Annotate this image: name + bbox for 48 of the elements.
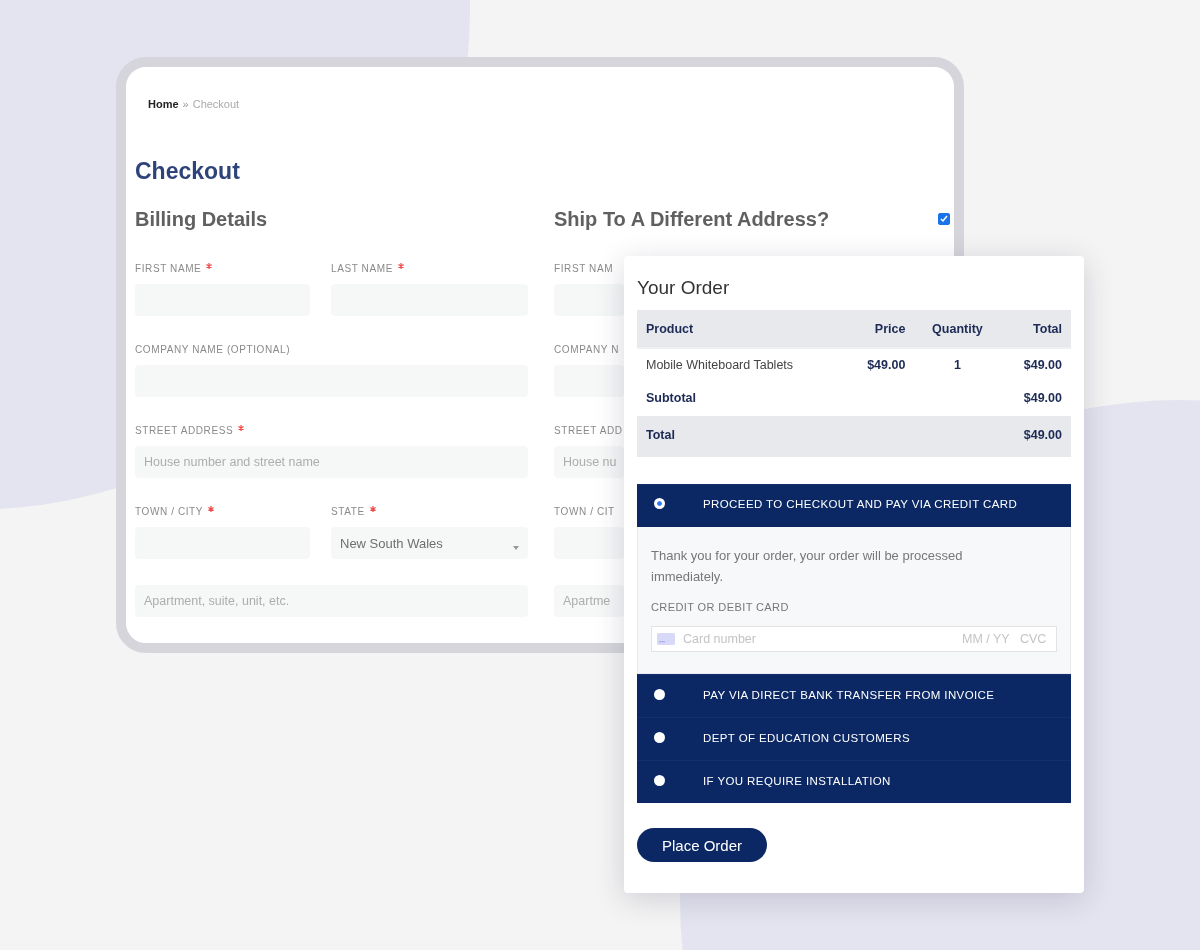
credit-card-icon [657,633,675,645]
column-header: Quantity [914,310,1001,348]
field-label: CREDIT OR DEBIT CARD [651,601,790,613]
field-label: FIRST NAM [554,262,614,276]
text-field[interactable]: House number and street name [135,446,528,478]
field-label: COMPANY NAME (OPTIONAL) [135,343,291,357]
text-field[interactable] [554,284,624,316]
column-header: Price [843,310,915,348]
field-label: TOWN / CITY [135,505,204,519]
field-label: FIRST NAME [135,262,202,276]
text-field[interactable]: House nu [554,446,624,478]
breadcrumb-separator: » [182,98,189,110]
radio-button[interactable] [654,689,665,700]
section-heading: Ship To A Different Address? [554,207,830,231]
field-label: STREET ADD [554,424,623,438]
table-cell: $49.00 [1000,416,1071,457]
payment-description: Thank you for your order, your order will be processed immediately. [651,547,964,586]
card-field[interactable]: Card number MM / YY CVC [651,626,1057,652]
field-label: TOWN / CIT [554,505,615,519]
text-field[interactable]: Apartme [554,585,624,617]
radio-button[interactable] [654,732,665,743]
state-select[interactable]: New South Wales [331,527,528,559]
card-number-input[interactable]: Card number [683,632,803,646]
payment-option[interactable]: PAY VIA DIRECT BANK TRANSFER FROM INVOICE [637,674,1071,717]
table-cell: Total [637,416,1001,457]
field-label: COMPANY N [554,343,620,357]
field-label: LAST NAME [331,262,393,276]
column-header: Product [637,310,844,348]
breadcrumb-link[interactable]: Home [148,98,179,110]
place-order-button[interactable]: Place Order [637,828,768,862]
checkbox[interactable] [938,213,950,225]
column-header: Total [1000,310,1071,348]
page-title: Checkout [135,157,241,185]
card-title: Your Order [637,276,731,300]
cvc-input[interactable]: CVC [1020,632,1048,646]
field-label: STREET ADDRESS [135,424,234,438]
payment-option[interactable]: DEPT OF EDUCATION CUSTOMERS [637,717,1071,760]
radio-button[interactable] [654,498,665,509]
text-field[interactable]: Apartment, suite, unit, etc. [135,585,528,617]
field-label: STATE [331,505,365,519]
text-field[interactable] [554,365,624,397]
section-heading: Billing Details [135,207,268,231]
payment-option[interactable]: PROCEED TO CHECKOUT AND PAY VIA CREDIT CARD [637,484,1071,527]
radio-button[interactable] [654,775,665,786]
payment-option[interactable]: IF YOU REQUIRE INSTALLATION [637,760,1071,803]
expiry-input[interactable]: MM / YY [962,632,1012,646]
caret-icon [513,546,519,550]
text-field[interactable] [554,527,624,559]
